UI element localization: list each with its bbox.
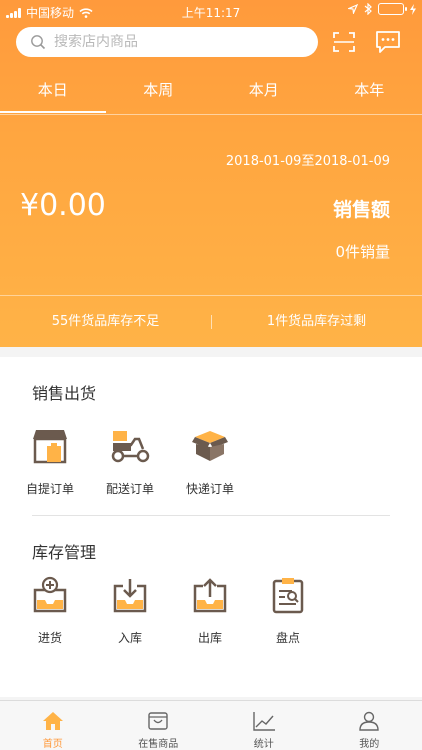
- pickup-order-button[interactable]: 自提订单: [10, 422, 90, 497]
- period-tabs: 本日 本周 本月 本年: [0, 74, 422, 114]
- stock-in-icon: [113, 579, 147, 613]
- search-input[interactable]: [54, 34, 274, 50]
- sales-amount: ¥0.00: [20, 188, 106, 223]
- sales-amount-label: 销售额: [332, 199, 390, 221]
- pickup-order-label: 自提订单: [25, 482, 74, 496]
- battery-icon: [378, 3, 407, 15]
- purchase-label: 进货: [37, 631, 62, 645]
- status-bar: 中国移动 上午11:17: [0, 0, 422, 22]
- purchase-tray-icon: [33, 576, 67, 613]
- purchase-button[interactable]: 进货: [10, 571, 90, 646]
- tab-stats[interactable]: 统计: [211, 701, 317, 750]
- header-panel: 中国移动 上午11:17 本日 本周 本月 本年 2018-01-09: [0, 0, 422, 347]
- home-icon: [42, 712, 63, 730]
- tab-week[interactable]: 本周: [106, 74, 212, 114]
- tab-year[interactable]: 本年: [317, 74, 422, 114]
- charging-icon: [410, 3, 416, 15]
- tab-stats-label: 统计: [253, 739, 274, 750]
- over-stock-link[interactable]: 1件货品库存过剩: [211, 296, 422, 347]
- stocktake-clipboard-icon: [272, 578, 304, 614]
- stocktake-button[interactable]: 盘点: [248, 571, 328, 646]
- search-icon: [31, 35, 46, 50]
- user-icon: [359, 711, 379, 731]
- tab-products-label: 在售商品: [138, 739, 179, 750]
- date-range: 2018-01-09至2018-01-09: [225, 154, 390, 169]
- express-order-button[interactable]: 快递订单: [170, 422, 250, 497]
- low-stock-link[interactable]: 55件货品库存不足: [0, 296, 211, 347]
- express-order-label: 快递订单: [185, 482, 234, 496]
- tab-day[interactable]: 本日: [0, 74, 106, 114]
- shopping-bag-icon: [148, 712, 168, 730]
- stock-in-button[interactable]: 入库: [90, 571, 170, 646]
- stock-out-label: 出库: [197, 631, 222, 645]
- search-bar[interactable]: [16, 27, 318, 57]
- tab-home-label: 首页: [42, 739, 63, 750]
- delivery-order-button[interactable]: 配送订单: [90, 422, 170, 497]
- tab-profile-label: 我的: [359, 739, 380, 750]
- bluetooth-icon: [364, 3, 372, 15]
- inventory-section-title: 库存管理: [32, 543, 97, 562]
- tab-profile[interactable]: 我的: [317, 701, 422, 750]
- tab-divider: [0, 114, 422, 115]
- delivery-order-label: 配送订单: [105, 482, 154, 496]
- parcel-box-icon: [192, 431, 228, 461]
- sales-section-title: 销售出货: [32, 384, 97, 403]
- store-icon: [33, 430, 67, 464]
- function-panel: 销售出货 自提订单 配送订单 快递订单 库存管理 进货 入库 出库 盘点: [0, 357, 422, 697]
- tab-home[interactable]: 首页: [0, 701, 106, 750]
- message-icon[interactable]: [375, 30, 401, 54]
- delivery-scooter-icon: [111, 431, 150, 463]
- tab-month[interactable]: 本月: [211, 74, 317, 114]
- stock-in-label: 入库: [117, 631, 142, 645]
- location-arrow-icon: [348, 4, 358, 14]
- bottom-tab-bar: 首页 在售商品 统计 我的: [0, 700, 422, 750]
- scan-icon[interactable]: [333, 31, 355, 53]
- chart-icon: [253, 712, 275, 731]
- section-divider: [32, 515, 390, 516]
- stock-out-button[interactable]: 出库: [170, 571, 250, 646]
- stock-out-icon: [193, 578, 227, 613]
- sales-count: 0件销量: [335, 243, 390, 261]
- tab-products[interactable]: 在售商品: [106, 701, 212, 750]
- stocktake-label: 盘点: [275, 631, 300, 645]
